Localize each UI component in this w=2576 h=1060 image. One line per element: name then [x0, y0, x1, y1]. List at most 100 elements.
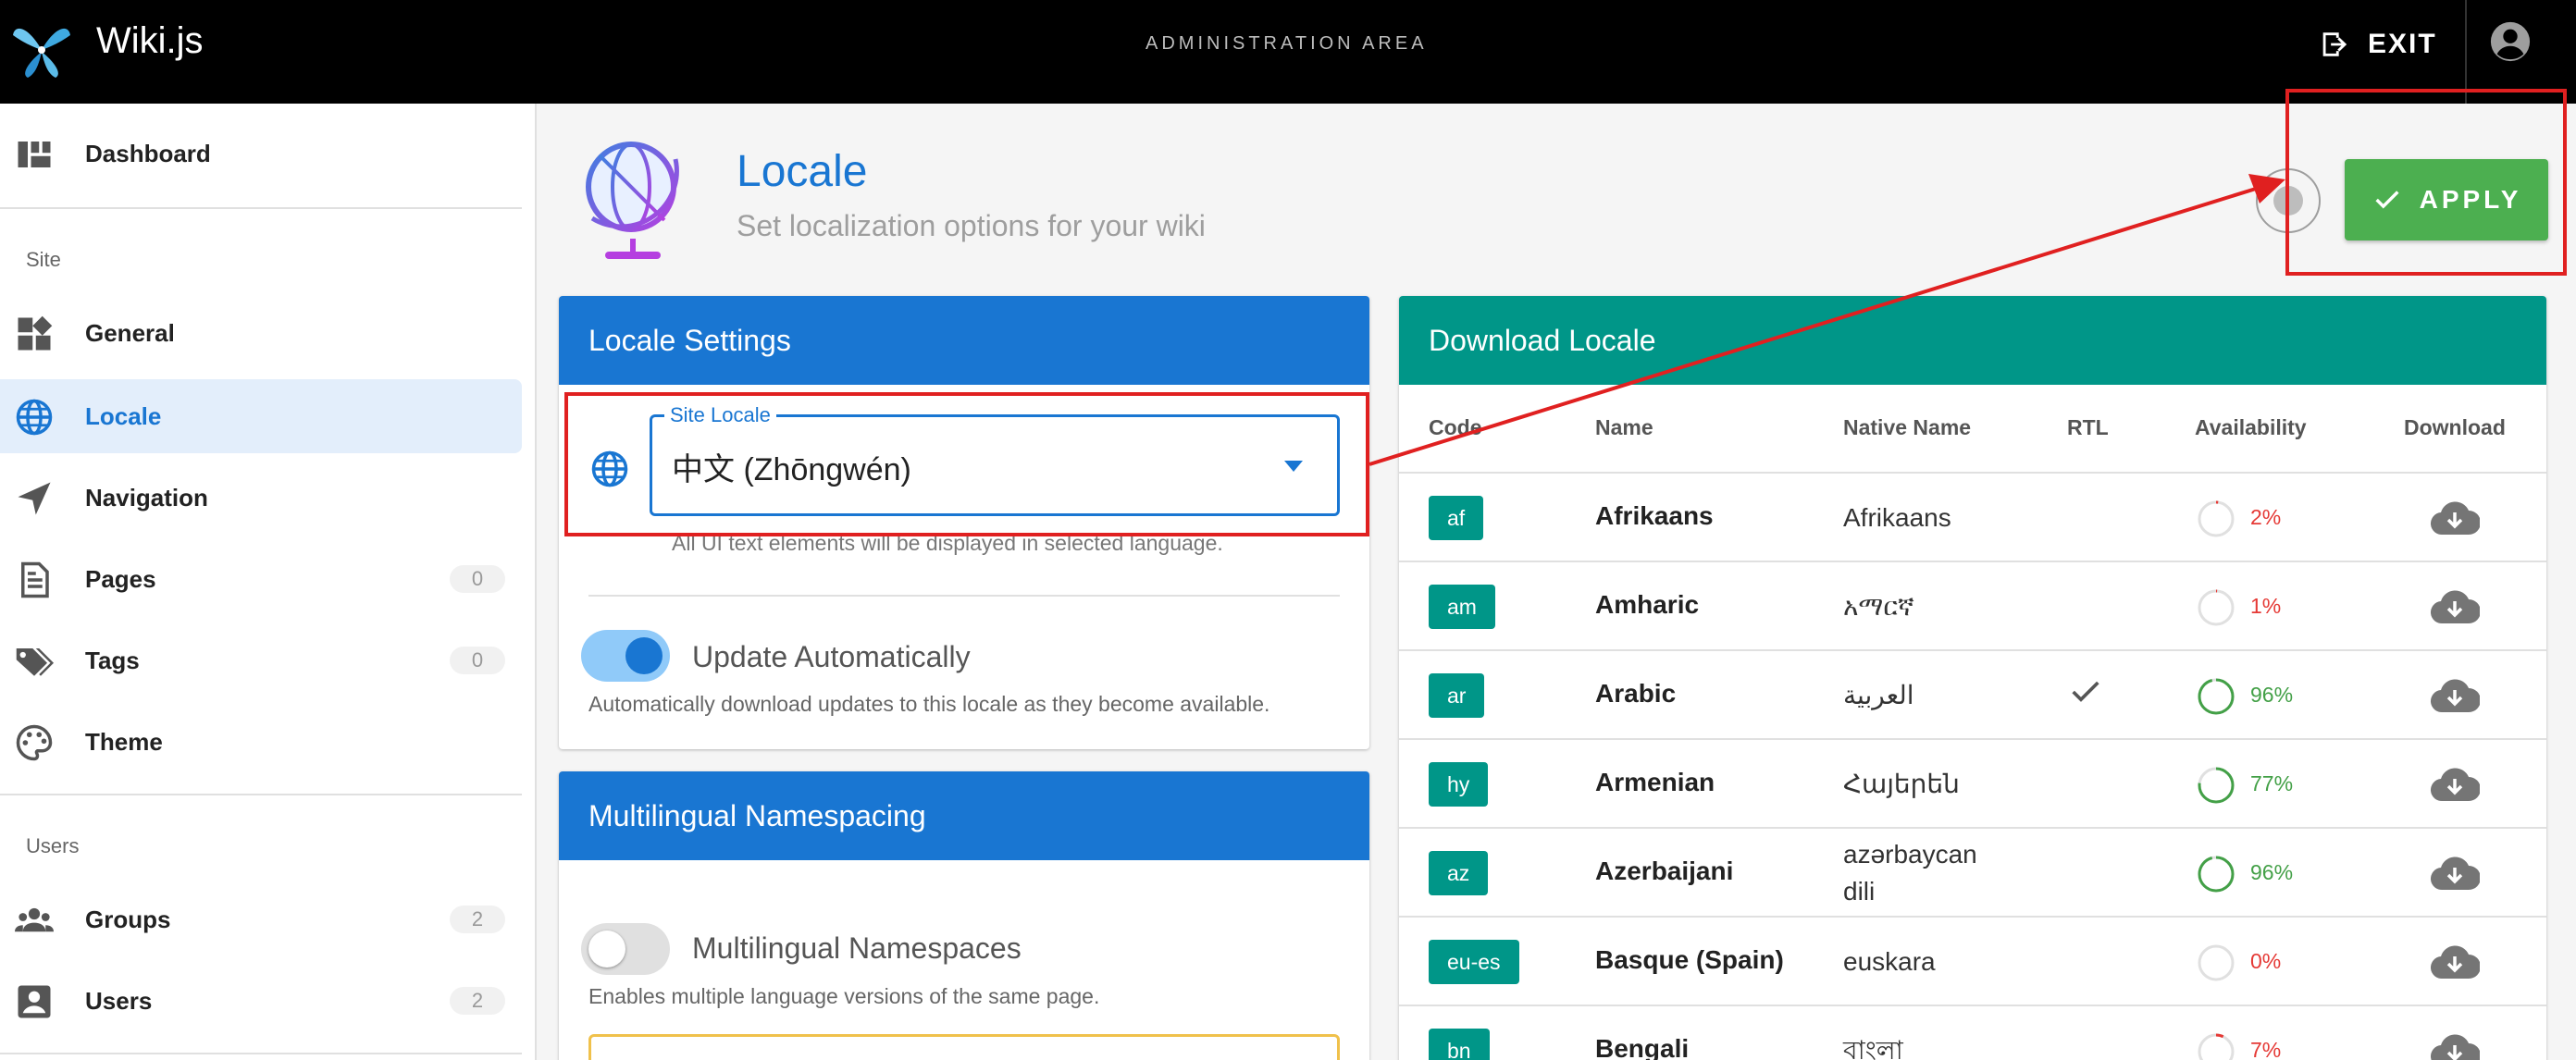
- toggle-knob: [588, 931, 625, 968]
- cloud-download-icon[interactable]: [2430, 1030, 2480, 1060]
- palette-icon: [16, 724, 53, 761]
- availability-percent: 0%: [2250, 949, 2282, 973]
- sidebar-section-users: Users: [26, 834, 80, 857]
- brand-name: Wiki.js: [96, 20, 204, 61]
- users-count-badge: 2: [450, 987, 505, 1015]
- availability-percent: 1%: [2250, 594, 2282, 618]
- column-header-availability[interactable]: Availability: [2195, 415, 2307, 440]
- availability-progress-ring: [2198, 500, 2235, 537]
- column-header-name[interactable]: Name: [1595, 415, 1653, 440]
- wikijs-logo-icon[interactable]: [9, 17, 74, 81]
- annotation-box-apply: [2285, 89, 2567, 276]
- availability-percent: 77%: [2250, 771, 2294, 795]
- widgets-icon: [18, 315, 53, 351]
- exit-label: EXIT: [2368, 29, 2437, 59]
- settings-divider: [588, 595, 1340, 597]
- column-header-code[interactable]: Code: [1429, 415, 1482, 440]
- locale-name: Amharic: [1595, 590, 1700, 619]
- page-title: Locale: [737, 147, 868, 196]
- cloud-download-icon[interactable]: [2430, 853, 2480, 894]
- sidebar-item-label: Groups: [85, 905, 171, 933]
- exit-button[interactable]: EXIT: [2318, 22, 2437, 67]
- column-header-download[interactable]: Download: [2404, 415, 2506, 440]
- availability-percent: 2%: [2250, 505, 2282, 529]
- availability-progress-ring: [2198, 856, 2235, 893]
- namespace-warning-box: [588, 1034, 1340, 1060]
- cloud-download-icon[interactable]: [2430, 498, 2480, 538]
- sidebar-item-general[interactable]: General: [0, 296, 522, 370]
- cloud-download-icon[interactable]: [2430, 675, 2480, 716]
- locale-native-name: Հայերեն: [1843, 770, 1960, 798]
- locale-native-name: العربية: [1843, 681, 1914, 709]
- sidebar-item-users[interactable]: Users 2: [0, 964, 522, 1038]
- locale-name: Arabic: [1595, 679, 1677, 708]
- rtl-check-icon: [2072, 681, 2099, 702]
- sidebar-item-locale[interactable]: Locale: [0, 379, 522, 453]
- locale-code-chip: ar: [1429, 673, 1485, 718]
- download-locale-header: Download Locale: [1399, 296, 2546, 385]
- locale-name: Basque (Spain): [1595, 945, 1784, 974]
- update-automatically-label: Update Automatically: [692, 640, 971, 673]
- sidebar-item-dashboard[interactable]: Dashboard: [0, 117, 522, 191]
- sidebar-item-label: Users: [85, 986, 153, 1015]
- table-row: bn Bengali বাংলা 7%: [1399, 1005, 2546, 1060]
- availability-progress-ring: [2198, 767, 2235, 804]
- tags-icon: [16, 648, 54, 676]
- locale-native-name: বাংলা: [1843, 1036, 1903, 1060]
- locale-code-chip: eu-es: [1429, 940, 1519, 984]
- locale-code-chip: am: [1429, 585, 1495, 629]
- multilingual-namespaces-hint: Enables multiple language versions of th…: [588, 984, 1100, 1008]
- locale-code-chip: bn: [1429, 1029, 1490, 1060]
- sidebar-item-tags[interactable]: Tags 0: [0, 623, 522, 697]
- availability-progress-ring: [2198, 1033, 2235, 1060]
- availability-progress-ring: [2198, 678, 2235, 715]
- sidebar-item-label: Locale: [85, 401, 162, 430]
- user-box-icon: [18, 985, 51, 1018]
- top-app-bar: Wiki.js ADMINISTRATION AREA EXIT: [0, 0, 2576, 104]
- sidebar-item-pages[interactable]: Pages 0: [0, 542, 522, 616]
- groups-icon: [15, 907, 54, 932]
- locale-code-chip: az: [1429, 851, 1489, 895]
- locale-name: Afrikaans: [1595, 501, 1714, 530]
- page-icon: [21, 561, 49, 598]
- sidebar-item-label: Dashboard: [85, 139, 211, 167]
- locale-settings-header: Locale Settings: [559, 296, 1369, 385]
- pages-count-badge: 0: [450, 565, 505, 593]
- table-row: ar Arabic العربية 96%: [1399, 649, 2546, 738]
- table-row: af Afrikaans Afrikaans 2%: [1399, 472, 2546, 561]
- availability-percent: 96%: [2250, 683, 2294, 707]
- sidebar-divider: [0, 207, 522, 209]
- sidebar-item-label: Navigation: [85, 483, 208, 512]
- table-row: am Amharic አማርኛ 1%: [1399, 561, 2546, 649]
- column-header-rtl[interactable]: RTL: [2067, 415, 2109, 440]
- availability-percent: 7%: [2250, 1038, 2282, 1060]
- dashboard-icon: [18, 142, 51, 167]
- locale-native-name: Afrikaans: [1843, 503, 1951, 532]
- multilingual-namespacing-card: Multilingual Namespacing: [559, 771, 1369, 1060]
- availability-progress-ring: [2198, 944, 2235, 981]
- sidebar-item-groups[interactable]: Groups 2: [0, 882, 522, 956]
- cloud-download-icon[interactable]: [2430, 942, 2480, 982]
- multilingual-namespaces-toggle[interactable]: [581, 923, 670, 975]
- update-automatically-hint: Automatically download updates to this l…: [588, 692, 1270, 716]
- sidebar-item-label: General: [85, 318, 175, 347]
- sidebar-item-navigation[interactable]: Navigation: [0, 461, 522, 535]
- locale-native-name: አማርኛ: [1843, 592, 1914, 621]
- table-row: hy Armenian Հայերեն 77%: [1399, 738, 2546, 827]
- cloud-download-icon[interactable]: [2430, 586, 2480, 627]
- locale-name: Armenian: [1595, 768, 1715, 796]
- sidebar-item-label: Pages: [85, 564, 156, 593]
- column-header-native-name[interactable]: Native Name: [1843, 415, 1971, 440]
- sidebar-divider: [0, 794, 522, 795]
- admin-sidebar: Dashboard Site General Locale Navigation…: [0, 104, 537, 1060]
- tags-count-badge: 0: [450, 647, 505, 674]
- page-subtitle: Set localization options for your wiki: [737, 209, 1206, 242]
- locale-code-chip: af: [1429, 496, 1484, 540]
- cloud-download-icon[interactable]: [2430, 764, 2480, 805]
- update-automatically-toggle[interactable]: [581, 630, 670, 682]
- annotation-box-site-locale: [564, 392, 1369, 536]
- sidebar-item-theme[interactable]: Theme: [0, 705, 522, 779]
- account-circle-icon[interactable]: [2489, 20, 2532, 63]
- navigation-arrow-icon: [18, 482, 51, 515]
- sidebar-item-label: Theme: [85, 727, 163, 756]
